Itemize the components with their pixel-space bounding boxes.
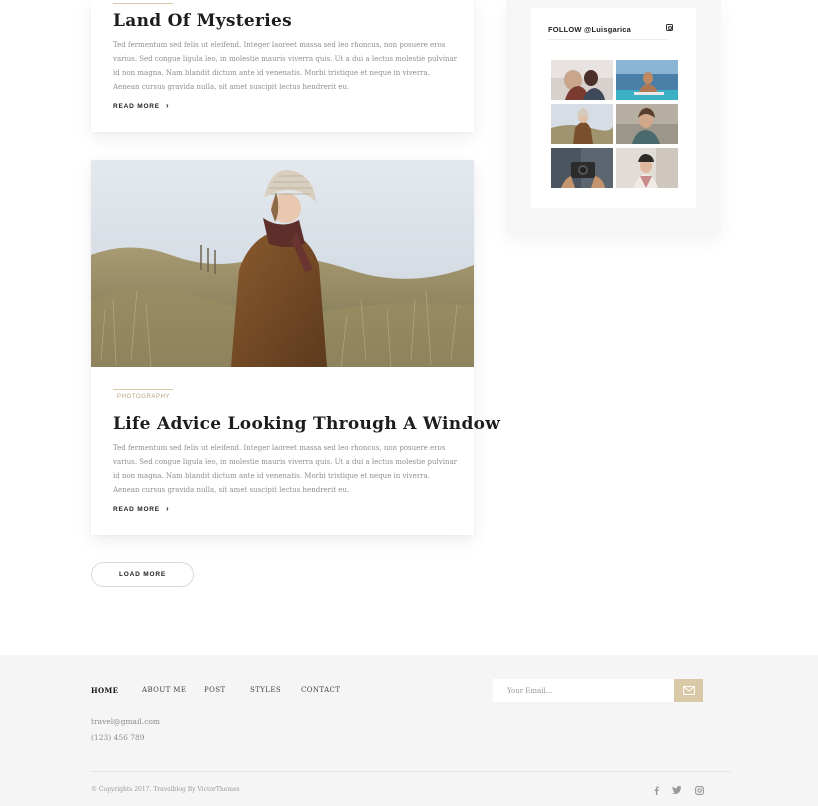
instagram-icon[interactable] — [694, 785, 704, 795]
chevron-right-icon: › — [165, 101, 170, 110]
instagram-photo[interactable] — [616, 60, 678, 100]
instagram-widget: FOLLOW @Luisgarica — [531, 8, 696, 208]
post-excerpt: Ted fermentum sed felis ut eleifend. Int… — [113, 444, 457, 494]
instagram-icon[interactable] — [666, 24, 673, 31]
envelope-icon — [682, 686, 695, 695]
load-more-button[interactable]: LOAD MORE — [91, 562, 194, 587]
instagram-photo[interactable] — [616, 148, 678, 188]
read-more-label: READ MORE — [113, 103, 160, 110]
footer-nav-about[interactable]: ABOUT ME — [142, 686, 186, 694]
instagram-photo[interactable] — [551, 148, 613, 188]
newsletter-email-input[interactable] — [493, 679, 674, 702]
post-card: Land Of Mysteries Ted fermentum sed feli… — [91, 0, 474, 132]
footer-nav-post[interactable]: POST — [204, 686, 226, 694]
newsletter-submit-button[interactable] — [674, 679, 703, 702]
facebook-icon[interactable] — [651, 785, 661, 795]
read-more-link[interactable]: READ MORE › — [113, 504, 169, 513]
copyright-text: © Copyrights 2017. Travelblog By VictorT… — [91, 786, 240, 793]
footer-phone: (123) 456 789 — [91, 733, 145, 742]
category-underline — [113, 3, 173, 4]
post-excerpt: Ted fermentum sed felis ut eleifend. Int… — [113, 41, 457, 91]
read-more-label: READ MORE — [113, 506, 160, 513]
footer-nav-styles[interactable]: STYLES — [250, 686, 281, 694]
post-card: PHOTOGRAPHY Life Advice Looking Through … — [91, 160, 500, 535]
instagram-photo[interactable] — [551, 104, 613, 144]
instagram-photo[interactable] — [616, 104, 678, 144]
instagram-photo[interactable] — [551, 60, 613, 100]
footer-nav-home[interactable]: HOME — [91, 686, 118, 695]
read-more-link[interactable]: READ MORE › — [113, 101, 169, 110]
footer-email[interactable]: travel@gmail.com — [91, 717, 160, 726]
post-title[interactable]: Land Of Mysteries — [113, 11, 292, 31]
post-image[interactable] — [91, 160, 474, 367]
twitter-icon[interactable] — [671, 785, 681, 795]
post-title[interactable]: Life Advice Looking Through A Window — [113, 414, 500, 434]
post-category[interactable]: PHOTOGRAPHY — [117, 394, 170, 400]
widget-divider — [548, 39, 668, 40]
footer: HOME ABOUT ME POST STYLES CONTACT travel… — [0, 655, 818, 806]
footer-nav-contact[interactable]: CONTACT — [301, 686, 340, 694]
instagram-widget-title[interactable]: FOLLOW @Luisgarica — [548, 25, 631, 34]
chevron-right-icon: › — [165, 504, 170, 513]
category-underline — [113, 389, 173, 390]
footer-divider — [91, 771, 731, 772]
woman-in-grass-photo — [91, 160, 474, 367]
